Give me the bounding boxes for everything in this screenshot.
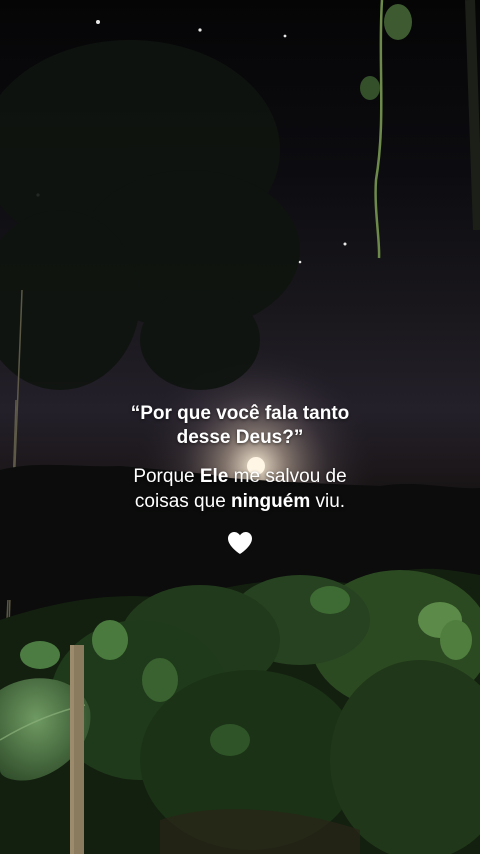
hanging-vine (360, 0, 480, 259)
answer-line-2: coisas que ninguém viu. (134, 491, 346, 512)
answer-line-1: Porque Ele me salvou de (133, 466, 347, 487)
question-text: “Por que você fala tanto desse Deus?” (0, 402, 480, 450)
tree-silhouette (0, 40, 300, 390)
heart-icon (228, 532, 252, 554)
emphasis-ninguem: ninguém (231, 491, 311, 512)
question-line-2: desse Deus?” (176, 427, 304, 448)
answer-text: Porque Ele me salvou de coisas que ningu… (0, 464, 480, 514)
night-garden-photo: “Por que você fala tanto desse Deus?” Po… (0, 0, 480, 854)
question-line-1: “Por que você fala tanto (130, 403, 350, 424)
emphasis-ele: Ele (199, 466, 229, 487)
small-leaf (20, 641, 60, 669)
